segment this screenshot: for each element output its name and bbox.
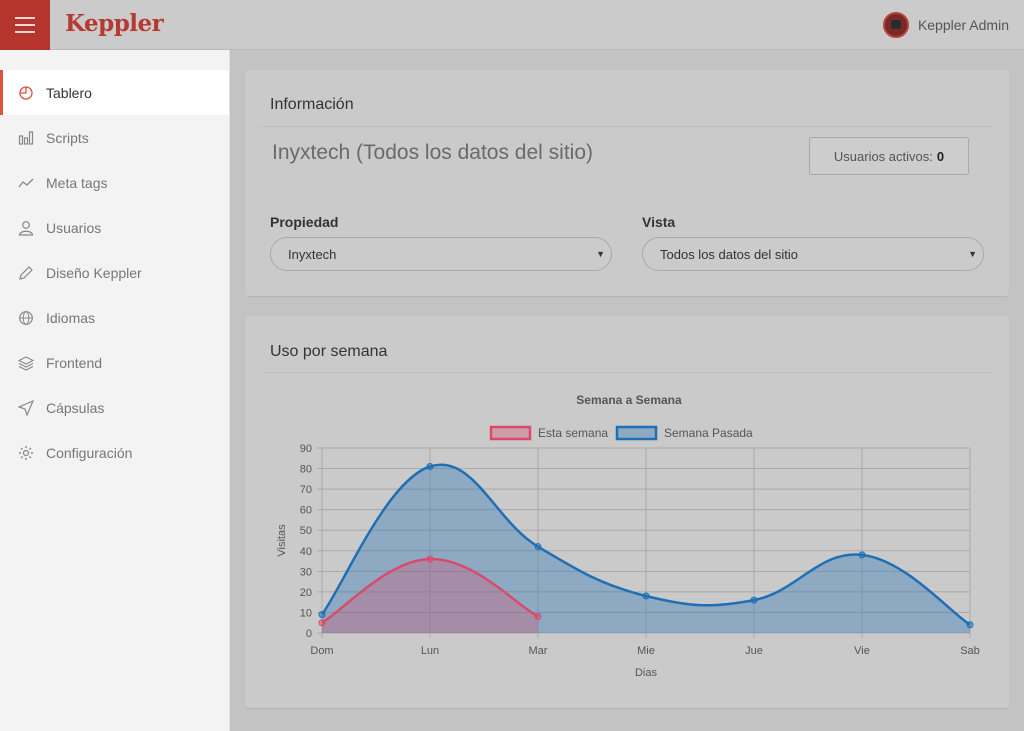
pie-chart-icon [17, 84, 35, 102]
layers-icon [17, 354, 35, 372]
avatar[interactable] [882, 12, 909, 38]
data-point [858, 551, 866, 559]
data-point [750, 596, 758, 604]
y-tick-label: 70 [300, 484, 312, 496]
menu-icon [15, 17, 35, 19]
data-point [426, 555, 434, 563]
sidebar-item-diseño-keppler[interactable]: Diseño Keppler [0, 250, 229, 295]
y-tick-label: 40 [300, 546, 312, 558]
bar-chart-icon [17, 129, 35, 147]
y-tick-label: 50 [300, 525, 312, 537]
sidebar-item-label: Diseño Keppler [46, 264, 142, 281]
x-axis-label: Dias [635, 667, 658, 679]
y-tick-label: 80 [300, 464, 312, 476]
site-title: Inyxtech (Todos los datos del sitio) [272, 141, 593, 164]
x-tick-label: Vie [854, 645, 870, 657]
weekly-usage-chart: Semana a Semana Esta semana Semana Pasada 0… [276, 393, 980, 679]
property-select[interactable]: Inyxtech ▼ [270, 237, 612, 271]
menu-icon-bar [15, 24, 35, 26]
chart-title: Semana a Semana [576, 393, 682, 407]
caret-down-icon: ▼ [968, 249, 977, 259]
sidebar-nav: Tablero Scripts Meta tags Usuarios Diseño Ke… [0, 70, 229, 475]
sidebar-item-label: Meta tags [46, 174, 108, 191]
legend-swatch [615, 425, 658, 441]
legend-label: Semana Pasada [664, 426, 753, 440]
top-bar: Keppler Keppler Admin [0, 0, 1024, 50]
sidebar: Tablero Scripts Meta tags Usuarios Diseño Ke… [0, 50, 230, 731]
sidebar-item-label: Idiomas [46, 309, 96, 326]
y-tick-label: 90 [300, 443, 312, 455]
legend-swatch [489, 425, 532, 441]
info-panel-title: Información [270, 96, 354, 113]
data-point [318, 619, 326, 627]
sidebar-item-label: Tablero [46, 84, 92, 101]
user-name[interactable]: Keppler Admin [918, 17, 1009, 33]
pencil-icon [17, 264, 35, 282]
brand-logo[interactable]: Keppler [65, 10, 164, 37]
menu-icon-bar [15, 31, 35, 33]
x-tick-label: Mie [637, 645, 655, 657]
chart-panel: Uso por semana Semana a Semana Esta seman… [245, 316, 1009, 708]
sidebar-item-meta-tags[interactable]: Meta tags [0, 160, 229, 205]
data-point [534, 543, 542, 551]
sidebar-item-scripts[interactable]: Scripts [0, 115, 229, 160]
active-users-label: Usuarios activos: [833, 148, 933, 164]
sidebar-item-label: Scripts [46, 129, 89, 146]
y-axis-label: Visitas [276, 524, 288, 557]
sidebar-item-label: Usuarios [46, 219, 102, 236]
user-menu[interactable]: Keppler Admin [882, 12, 1009, 38]
view-label: Vista [642, 214, 676, 230]
active-users-count: 0 [936, 148, 945, 164]
sidebar-item-label: Configuración [46, 444, 133, 461]
hamburger-menu-button[interactable] [0, 0, 50, 50]
sidebar-item-tablero[interactable]: Tablero [0, 70, 229, 115]
sidebar-item-configuración[interactable]: Configuración [0, 430, 229, 475]
sidebar-item-idiomas[interactable]: Idiomas [0, 295, 229, 340]
send-icon [17, 399, 35, 417]
active-users-button[interactable]: Usuarios activos: 0 [809, 137, 969, 175]
x-tick-label: Lun [421, 645, 439, 657]
y-tick-label: 60 [300, 505, 312, 517]
data-point [534, 613, 542, 621]
globe-icon [17, 309, 35, 327]
data-point [426, 463, 434, 470]
data-point [318, 611, 326, 618]
y-tick-label: 10 [300, 607, 312, 619]
caret-down-icon: ▼ [596, 249, 605, 259]
y-tick-label: 30 [300, 566, 312, 578]
y-tick-label: 0 [306, 628, 312, 640]
trend-line-icon [17, 174, 35, 192]
view-value: Todos los datos del sitio [660, 246, 799, 262]
x-tick-label: Mar [529, 645, 548, 657]
x-tick-label: Dom [310, 645, 333, 657]
y-tick-label: 20 [300, 587, 312, 599]
divider [262, 126, 992, 127]
sidebar-item-usuarios[interactable]: Usuarios [0, 205, 229, 250]
user-icon [17, 219, 35, 237]
gear-icon [17, 444, 35, 462]
sidebar-item-label: Cápsulas [46, 399, 105, 416]
data-point [966, 621, 974, 629]
legend-label: Esta semana [538, 426, 608, 440]
sidebar-item-cápsulas[interactable]: Cápsulas [0, 385, 229, 430]
sidebar-item-label: Frontend [46, 354, 103, 371]
info-panel: Información Inyxtech (Todos los datos de… [245, 70, 1009, 296]
view-select[interactable]: Todos los datos del sitio ▼ [642, 237, 984, 271]
property-label: Propiedad [270, 214, 339, 230]
sidebar-item-frontend[interactable]: Frontend [0, 340, 229, 385]
data-point [642, 592, 650, 600]
x-tick-label: Jue [745, 645, 763, 657]
x-tick-label: Sab [960, 645, 980, 657]
property-value: Inyxtech [288, 246, 337, 262]
